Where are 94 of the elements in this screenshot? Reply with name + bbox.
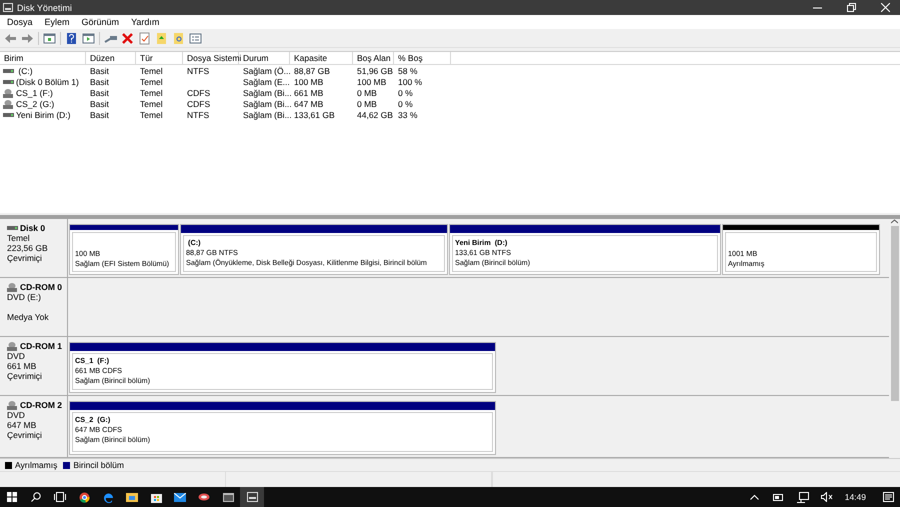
table-cell: Sağlam (Ö... (243, 66, 291, 76)
checklist-icon[interactable] (138, 32, 151, 44)
table-cell: 58 % (398, 66, 418, 76)
clock[interactable]: 14:49 (844, 492, 866, 502)
cd-drive-icon (7, 282, 18, 292)
table-cell: Sağlam (Bi... (243, 88, 292, 98)
table-cell: Basit (90, 98, 109, 108)
menu-item[interactable]: Görünüm (82, 17, 120, 27)
drive-icon (7, 226, 18, 230)
table-cell: CS_2 (G:) (16, 98, 54, 108)
table-cell: Sağlam (Bi... (243, 110, 292, 120)
table-cell: 51,96 GB (357, 66, 393, 76)
back-icon[interactable] (4, 32, 17, 44)
table-cell: (Disk 0 Bölüm 1) (16, 76, 79, 86)
table-cell: CDFS (187, 98, 210, 108)
disk-info: 223,56 GB (7, 243, 48, 253)
table-cell: Basit (90, 76, 109, 86)
table-cell: 33 % (398, 110, 418, 120)
disk-status: Medya Yok (7, 312, 49, 322)
window-pane-icon[interactable] (43, 32, 56, 44)
disk-info: Çevrimiçi (7, 253, 42, 263)
table-cell: 661 MB (294, 88, 324, 98)
table-cell: Sağlam (E... (243, 76, 290, 86)
table-cell: 44,62 GB (357, 110, 393, 120)
disk-info: DVD (7, 351, 25, 361)
close-icon[interactable] (880, 3, 890, 12)
disk-info: 661 MB (7, 361, 36, 371)
disk-info: 647 MB (7, 420, 36, 430)
table-cell: NTFS (187, 110, 210, 120)
forward-icon[interactable] (21, 32, 34, 44)
table-cell: 0 % (398, 88, 413, 98)
table-cell: 0 % (398, 98, 413, 108)
drive-icon (3, 68, 14, 72)
disk-name: Disk 0 (20, 223, 46, 233)
table-cell: Basit (90, 88, 109, 98)
cd-drive-icon (7, 400, 18, 410)
window-pane-icon[interactable] (82, 32, 95, 44)
disk-info: Çevrimiçi (7, 371, 42, 381)
cd-drive-icon (3, 98, 14, 108)
table-cell: Basit (90, 66, 109, 76)
table-cell: 100 MB (294, 76, 324, 86)
disk-info: Çevrimiçi (7, 430, 42, 440)
legend-label: Ayrılmamış (15, 460, 58, 470)
column-header[interactable]: Tür (136, 52, 183, 64)
table-cell: 100 MB (357, 76, 386, 86)
window-title: Disk Yönetimi (17, 2, 73, 12)
menu-item[interactable]: Dosya (7, 17, 33, 27)
column-header[interactable]: Kapasite (290, 52, 353, 64)
table-cell: Temel (140, 66, 163, 76)
column-header[interactable]: Durum (239, 52, 290, 64)
properties-icon[interactable] (189, 32, 202, 44)
table-cell: 0 MB (357, 98, 377, 108)
cd-drive-icon (7, 341, 18, 351)
table-cell: NTFS (187, 66, 210, 76)
delete-icon[interactable] (121, 32, 134, 44)
column-header[interactable]: Boş Alan (353, 52, 394, 64)
disk-app-icon (3, 3, 13, 12)
folder-search-icon[interactable] (172, 32, 185, 44)
drive-icon (3, 80, 14, 84)
disk-app-icon[interactable] (240, 487, 264, 507)
folder-up-icon[interactable] (155, 32, 168, 44)
disk-name: CD-ROM 0 (20, 282, 62, 292)
table-cell: Temel (140, 98, 163, 108)
column-header[interactable]: Dosya Sistemi (183, 52, 239, 64)
table-cell: CDFS (187, 88, 210, 98)
disk-info: Temel (7, 233, 30, 243)
menu-item[interactable]: Yardım (131, 17, 160, 27)
drive-icon (3, 112, 14, 116)
disk-info: DVD (7, 410, 25, 420)
legend-label: Birincil bölüm (73, 460, 124, 470)
table-cell: 133,61 GB (294, 110, 335, 120)
help-icon[interactable] (65, 32, 78, 44)
table-cell: 647 MB (294, 98, 324, 108)
table-cell-text: (C:) (17, 66, 33, 76)
table-cell: 100 % (398, 76, 422, 86)
disk-name: CD-ROM 1 (20, 341, 62, 351)
table-cell: Temel (140, 76, 163, 86)
menu-item[interactable]: Eylem (44, 17, 70, 27)
table-cell: Temel (140, 110, 163, 120)
table-cell: CS_1 (F:) (16, 88, 53, 98)
table-cell: Basit (90, 110, 109, 120)
disk-info: DVD (E:) (7, 292, 41, 302)
table-cell: 0 MB (357, 88, 377, 98)
disk-name: CD-ROM 2 (20, 400, 62, 410)
cd-drive-icon (3, 88, 14, 98)
table-cell: Sağlam (Bi... (243, 98, 292, 108)
table-cell: 88,87 GB (294, 66, 330, 76)
table-cell: Yeni Birim (D:) (16, 110, 70, 120)
restore-icon[interactable] (846, 3, 856, 12)
column-header[interactable]: Düzen (86, 52, 136, 64)
column-header[interactable]: Birim (0, 52, 86, 64)
scroll-up-icon[interactable] (891, 219, 898, 224)
table-cell: Temel (140, 88, 163, 98)
column-header[interactable]: % Boş (394, 52, 451, 64)
